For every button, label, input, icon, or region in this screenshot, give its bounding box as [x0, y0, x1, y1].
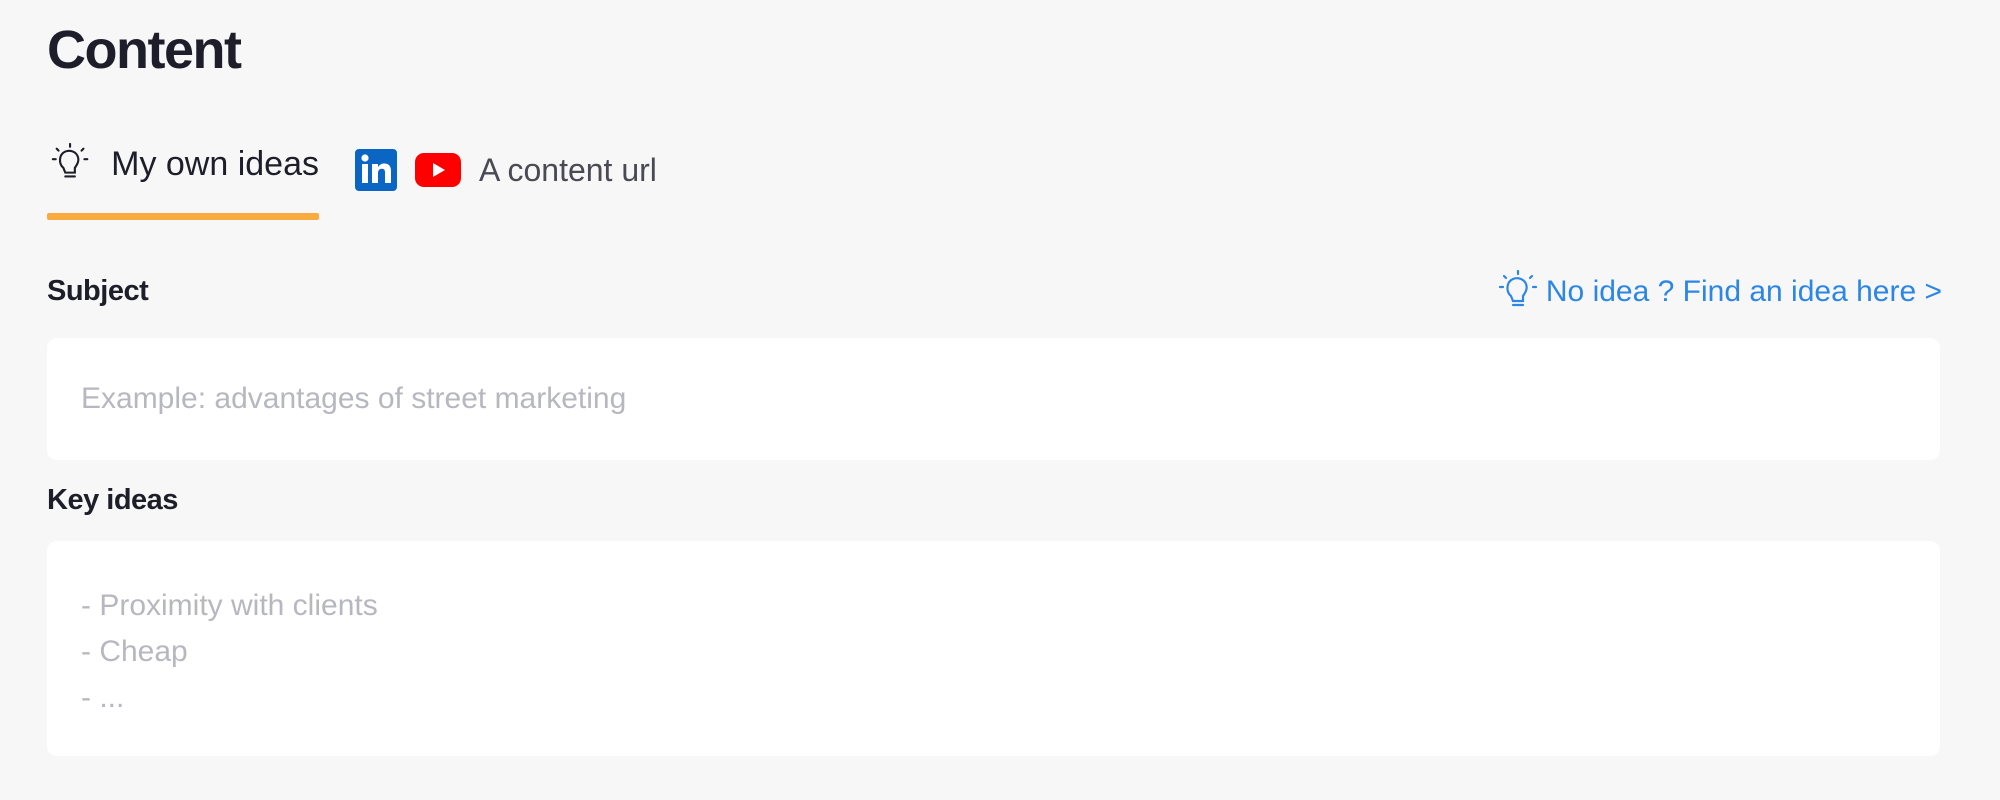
key-ideas-textarea[interactable] — [47, 541, 1940, 756]
linkedin-logo-mark — [361, 154, 391, 183]
lightbulb-icon — [1498, 270, 1537, 307]
tab-content-url-label: A content url — [479, 151, 657, 188]
active-tab-indicator — [47, 213, 319, 220]
key-ideas-label: Key ideas — [47, 484, 178, 516]
page-title: Content — [47, 20, 242, 80]
subject-input[interactable] — [47, 338, 1940, 460]
lightbulb-icon — [51, 142, 89, 178]
content-source-tabs: My own ideas A content url — [47, 135, 657, 221]
tab-content-url[interactable]: A content url — [355, 141, 657, 199]
tab-my-own-ideas-label: My own ideas — [111, 144, 319, 183]
find-idea-link[interactable]: No idea ? Find an idea here > — [1496, 270, 1942, 314]
subject-label: Subject — [47, 275, 149, 307]
tab-my-own-ideas[interactable]: My own ideas — [47, 135, 319, 220]
find-idea-link-label: No idea ? Find an idea here > — [1545, 275, 1942, 308]
youtube-icon — [415, 153, 461, 187]
linkedin-icon — [355, 149, 397, 191]
